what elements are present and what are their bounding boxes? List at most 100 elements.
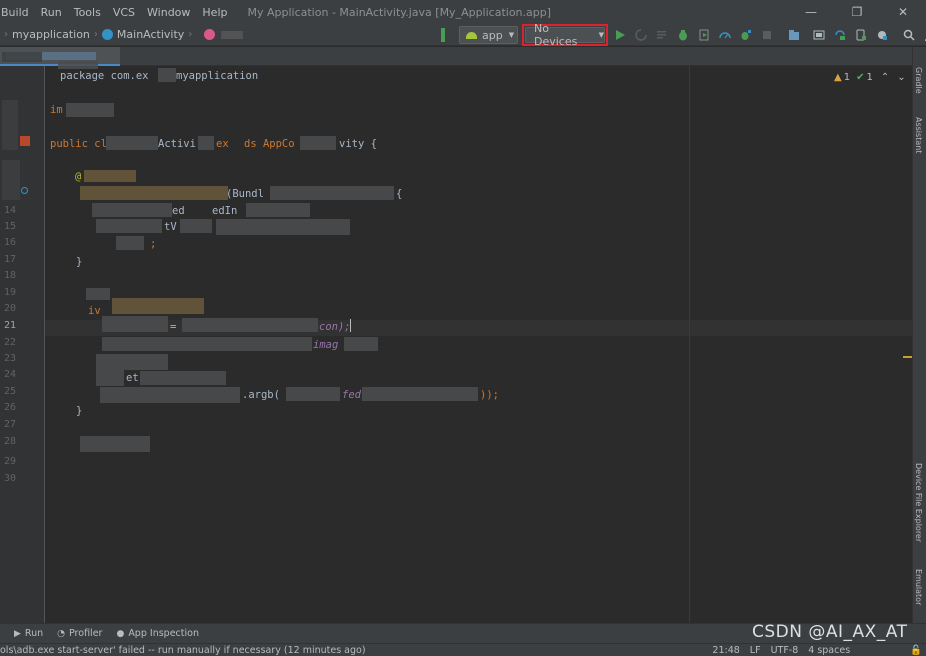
redacted-code (140, 371, 226, 385)
dropdown-arrow-icon: ▼ (508, 31, 515, 39)
redacted-code (58, 61, 98, 69)
menu-window[interactable]: Window (141, 6, 196, 19)
run-tool-label: Run (24, 628, 44, 639)
line-number: 23 (3, 353, 16, 364)
redacted-code (198, 136, 214, 150)
device-selector-label: No Devices (534, 22, 578, 48)
device-manager-icon[interactable] (811, 27, 827, 43)
indent-setting[interactable]: 4 spaces (808, 645, 850, 656)
app-inspection-icon: ● (116, 628, 125, 639)
debug-icon[interactable] (675, 27, 691, 43)
sdk-manager-icon[interactable] (874, 27, 890, 43)
right-tool-stripe: Gradle Assistant Device File Explorer Em… (912, 47, 926, 623)
redacted-code (182, 318, 318, 332)
chevron-down-icon[interactable]: ⌄ (897, 72, 905, 83)
file-encoding[interactable]: UTF-8 (771, 645, 799, 656)
redacted-text (221, 30, 244, 39)
sync-indicator (441, 28, 445, 42)
redacted-code (300, 136, 336, 150)
line-number: 15 (3, 221, 16, 232)
apply-code-changes-icon[interactable] (654, 27, 670, 43)
chevron-up-icon[interactable]: ⌃ (881, 72, 889, 83)
redacted-code (270, 186, 394, 200)
caret-position[interactable]: 21:48 (712, 645, 739, 656)
inspection-widget[interactable]: ▲ 1 ✔ 1 ⌃ ⌄ (834, 72, 906, 83)
run-configuration-select[interactable]: app ▼ (459, 26, 518, 44)
redacted-code (112, 298, 204, 314)
color-argb-call: .argb( (242, 389, 280, 401)
line-number: 29 (3, 456, 16, 467)
menu-run[interactable]: Run (35, 6, 68, 19)
sync-gradle-icon[interactable] (832, 27, 848, 43)
line-number: 18 (3, 270, 16, 281)
breadcrumb-class[interactable]: MainActivity (117, 28, 184, 41)
redacted-code (84, 170, 136, 182)
redacted-code (180, 219, 212, 233)
redacted-code (92, 203, 172, 217)
menu-help[interactable]: Help (196, 6, 233, 19)
account-icon[interactable] (922, 27, 926, 43)
image-ref: imag (313, 339, 339, 351)
implemented-method-icon[interactable] (20, 136, 30, 146)
menu-build[interactable]: Build (0, 6, 35, 19)
emulator-tool-tab[interactable]: Emulator (914, 569, 923, 605)
line-number: 20 (3, 303, 16, 314)
assistant-tool-tab[interactable]: Assistant (914, 117, 923, 153)
redacted-code (80, 186, 228, 200)
breadcrumb-project[interactable]: myapplication (12, 28, 90, 41)
right-margin-guide (689, 66, 690, 623)
avd-manager-icon[interactable] (853, 27, 869, 43)
device-file-explorer-tab[interactable]: Device File Explorer (914, 463, 923, 542)
field-declaration: iv (88, 305, 101, 317)
import-keyword: im (50, 104, 63, 116)
close-button[interactable]: ✕ (880, 0, 926, 24)
class-icon (101, 29, 113, 40)
class-close-brace: } (76, 405, 83, 417)
gradle-tool-tab[interactable]: Gradle (914, 67, 923, 94)
profiler-label: Profiler (69, 628, 103, 639)
menu-tools[interactable]: Tools (68, 6, 107, 19)
redacted-code (362, 387, 478, 401)
override-annotation: @ (75, 171, 82, 183)
method-icon (204, 29, 216, 40)
redacted-code (96, 219, 162, 233)
redacted-gutter (2, 160, 20, 200)
redacted-code (96, 354, 168, 370)
android-icon (466, 31, 477, 39)
run-with-coverage-icon[interactable] (696, 27, 712, 43)
text-cursor (350, 319, 351, 332)
window-controls: — ❐ ✕ (788, 0, 926, 24)
redacted-code (246, 203, 310, 217)
menu-bar: Build Run Tools VCS Window Help My Appli… (0, 0, 926, 24)
profile-icon[interactable] (717, 27, 733, 43)
attach-debugger-icon[interactable] (738, 27, 754, 43)
line-separator[interactable]: LF (750, 645, 761, 656)
set-text-call: et (126, 372, 139, 384)
super-call: ed (172, 205, 185, 217)
line-number: 27 (3, 419, 16, 430)
set-content-view: tV (164, 221, 177, 233)
redacted-code (106, 136, 158, 150)
stop-icon[interactable] (759, 27, 775, 43)
status-message[interactable]: ols\adb.exe start-server' failed -- run … (0, 645, 366, 656)
lock-icon[interactable]: 🔓 (910, 645, 922, 656)
chevron-right-icon: › (188, 29, 193, 40)
menu-vcs[interactable]: VCS (107, 6, 141, 19)
warning-icon: ▲ (834, 72, 842, 83)
search-icon[interactable] (901, 27, 917, 43)
project-structure-icon[interactable] (786, 27, 802, 43)
profiler-tool-tab[interactable]: ◔ Profiler (57, 628, 102, 639)
dropdown-arrow-icon: ▼ (598, 31, 604, 39)
redacted-code (66, 103, 114, 117)
restore-button[interactable]: ❐ (834, 0, 880, 24)
override-marker-icon[interactable] (21, 187, 28, 194)
chevron-right-icon: › (93, 29, 98, 40)
device-selector[interactable]: No Devices ▼ (525, 22, 605, 48)
line-number: 16 (3, 237, 16, 248)
run-tool-icon: ▶ (14, 628, 21, 639)
apply-changes-icon[interactable] (633, 27, 649, 43)
minimize-button[interactable]: — (788, 0, 834, 24)
app-inspection-tool-tab[interactable]: ● App Inspection (116, 628, 199, 639)
run-icon[interactable] (612, 27, 628, 43)
run-tool-tab[interactable]: ▶ Run (14, 628, 43, 639)
